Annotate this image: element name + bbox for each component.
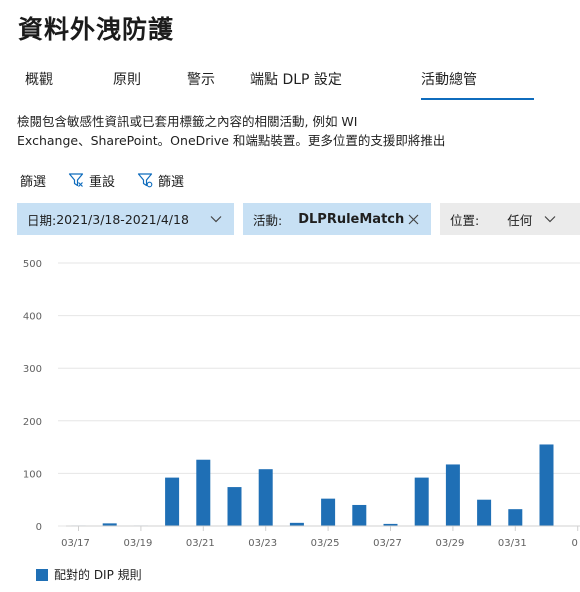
- chart-bar[interactable]: [352, 504, 367, 526]
- tab-policies[interactable]: 原則: [113, 69, 141, 89]
- tab-overview[interactable]: 概觀: [25, 69, 53, 89]
- tab-alerts[interactable]: 警示: [187, 69, 215, 89]
- chart-bar[interactable]: [196, 459, 211, 526]
- x-tick-label: 03/21: [186, 538, 215, 549]
- location-filter-value: 任何: [507, 212, 533, 228]
- y-tick-label: 300: [23, 364, 42, 375]
- legend-label: 配對的 DIP 規則: [54, 568, 142, 582]
- x-tick-label: 03/31: [498, 538, 527, 549]
- chevron-down-icon: [210, 216, 222, 223]
- page-description: 檢閱包含敏感性資訊或已套用標籤之內容的相關活動, 例如 WI Exchange、…: [17, 112, 577, 150]
- y-tick-label: 100: [23, 469, 42, 480]
- filters-label: 篩選: [158, 174, 185, 190]
- y-tick-label: 0: [36, 522, 42, 533]
- chart-bar[interactable]: [165, 477, 180, 526]
- reset-label: 重設: [89, 174, 116, 190]
- x-tick-label: 03/29: [435, 538, 464, 549]
- chart-bar[interactable]: [508, 509, 523, 526]
- chart-bar[interactable]: [539, 444, 554, 526]
- date-filter-label: 日期:: [27, 212, 57, 228]
- filter-label: 篩選: [20, 174, 47, 190]
- tab-activity-explorer[interactable]: 活動總管: [421, 69, 534, 100]
- chart-bar[interactable]: [321, 498, 336, 526]
- activity-bar-chart: 0 100 200 300 400 500 03/17 03/19 03/21 03/23 03/2…: [23, 259, 580, 549]
- location-filter-label: 位置:: [450, 212, 480, 228]
- x-tick-label: 03/25: [311, 538, 340, 549]
- chart-bar[interactable]: [445, 464, 460, 526]
- tab-endpoint-dlp-settings[interactable]: 端點 DLP 設定: [250, 69, 342, 89]
- chart-bar[interactable]: [477, 499, 492, 526]
- chart-bar[interactable]: [414, 477, 429, 526]
- chart-bar[interactable]: [258, 469, 273, 526]
- x-tick-label: 0: [572, 538, 578, 549]
- x-tick-label: 03/27: [373, 538, 402, 549]
- activity-filter-value: DLPRuleMatch: [298, 211, 405, 227]
- close-icon[interactable]: [408, 214, 419, 225]
- filters-button[interactable]: 篩選: [137, 171, 184, 190]
- activity-filter-pill[interactable]: 活動: DLPRuleMatch: [243, 203, 431, 235]
- reset-filters-button[interactable]: 重設: [68, 171, 115, 190]
- legend-swatch: [36, 568, 48, 581]
- tab-bar: 概觀 原則 警示 端點 DLP 設定 活動總管: [0, 66, 580, 102]
- description-line-1: 檢閱包含敏感性資訊或已套用標籤之內容的相關活動, 例如 WI: [17, 114, 358, 129]
- chevron-down-icon: [544, 216, 556, 223]
- date-filter-pill[interactable]: 日期: 2021/3/18-2021/4/18: [17, 203, 234, 235]
- location-filter-pill[interactable]: 位置: 任何: [440, 203, 580, 235]
- y-tick-label: 400: [23, 312, 42, 323]
- clear-filter-icon: [68, 173, 84, 187]
- chart-legend: 配對的 DIP 規則: [36, 566, 142, 583]
- x-tick-label: 03/23: [248, 538, 277, 549]
- filter-bar: 篩選 重設 篩選: [20, 170, 206, 190]
- chart-bar[interactable]: [227, 487, 242, 526]
- x-tick-label: 03/19: [123, 538, 152, 549]
- filter-settings-icon: [137, 173, 153, 188]
- description-line-2: Exchange、SharePoint。OneDrive 和端點裝置。更多位置的…: [17, 133, 446, 148]
- date-filter-value: 2021/3/18-2021/4/18: [56, 211, 189, 227]
- page-title: 資料外洩防護: [18, 15, 175, 44]
- y-tick-label: 200: [23, 417, 42, 428]
- activity-filter-label: 活動:: [253, 212, 283, 228]
- x-tick-label: 03/17: [61, 538, 90, 549]
- filter-toggle-button[interactable]: 篩選: [20, 171, 46, 190]
- y-tick-label: 500: [23, 259, 42, 270]
